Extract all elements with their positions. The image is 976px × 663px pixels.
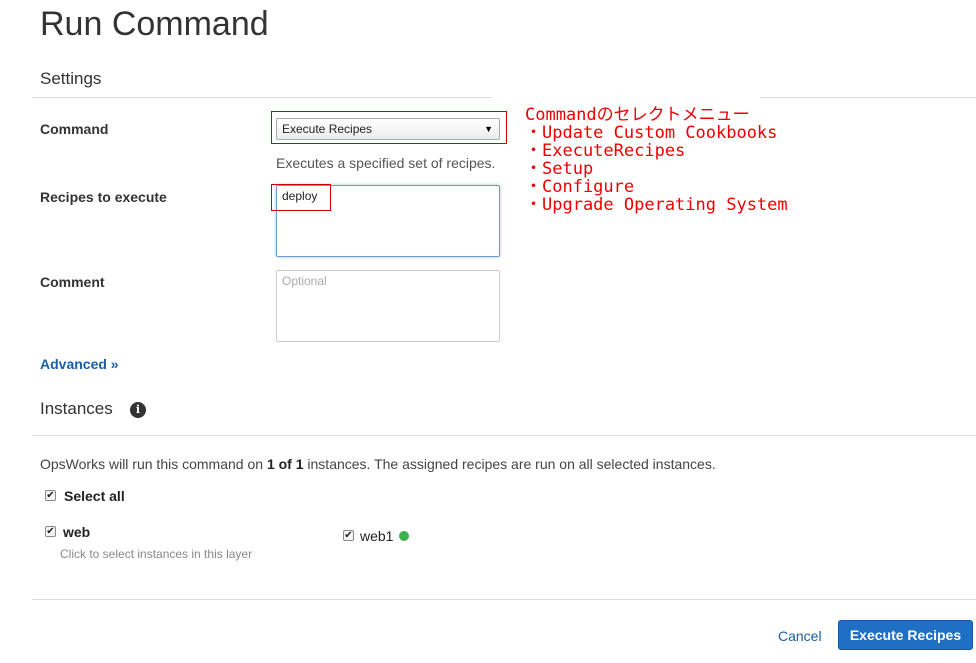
recipes-highlight-box <box>271 184 331 211</box>
execute-recipes-button[interactable]: Execute Recipes <box>838 620 973 650</box>
annotation-line: ・Upgrade Operating System <box>525 195 788 215</box>
instance-web1-label[interactable]: web1 <box>360 528 393 544</box>
annotation-line: ・Setup <box>525 159 594 179</box>
footer-divider <box>32 599 976 600</box>
instances-description: OpsWorks will run this command on 1 of 1… <box>40 456 716 472</box>
instance-web1-checkbox[interactable]: ✔ <box>343 530 354 541</box>
info-icon[interactable]: i <box>130 402 146 418</box>
settings-section-title: Settings <box>40 69 102 88</box>
layer-web-checkbox[interactable]: ✔ <box>45 526 56 537</box>
annotation-line: ・ExecuteRecipes <box>525 141 686 161</box>
settings-divider-right <box>760 97 976 98</box>
instance-count: 1 of 1 <box>266 456 304 472</box>
command-help-text: Executes a specified set of recipes. <box>276 155 496 171</box>
layer-hint: Click to select instances in this layer <box>60 547 253 561</box>
annotation-line: ・Configure <box>525 177 635 197</box>
recipes-label: Recipes to execute <box>40 189 167 205</box>
comment-textarea[interactable]: Optional <box>276 270 500 342</box>
comment-placeholder: Optional <box>282 274 327 288</box>
command-label: Command <box>40 121 109 137</box>
annotation-line: ・Update Custom Cookbooks <box>525 123 778 143</box>
settings-divider-left <box>32 97 492 98</box>
select-all-label[interactable]: Select all <box>64 488 125 504</box>
description-suffix: instances. The assigned recipes are run … <box>303 456 716 472</box>
instances-section-title: Instances <box>40 399 113 418</box>
cancel-button[interactable]: Cancel <box>778 628 822 644</box>
instances-divider <box>32 435 976 436</box>
command-highlight-box <box>271 111 507 144</box>
comment-label: Comment <box>40 274 105 290</box>
select-all-checkbox[interactable]: ✔ <box>45 490 56 501</box>
description-prefix: OpsWorks will run this command on <box>40 456 267 472</box>
layer-web-label[interactable]: web <box>63 524 90 540</box>
annotation-line: Commandのセレクトメニュー <box>525 105 750 125</box>
page-title: Run Command <box>40 5 269 43</box>
annotation-text: Commandのセレクトメニュー ・Update Custom Cookbooks… <box>525 106 788 214</box>
advanced-link[interactable]: Advanced » <box>40 356 119 372</box>
instance-status-dot <box>399 531 409 541</box>
